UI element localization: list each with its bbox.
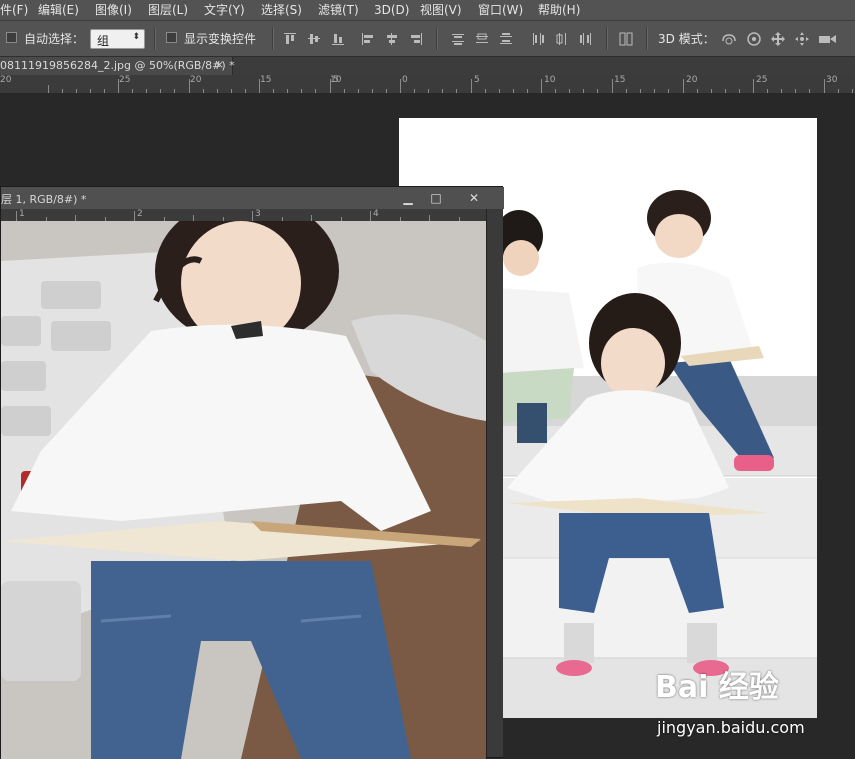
menu-file[interactable]: 件(F) xyxy=(0,0,28,20)
divider xyxy=(154,27,156,50)
roll-3d-icon[interactable] xyxy=(746,31,762,47)
divider xyxy=(436,27,438,50)
close-icon[interactable]: × xyxy=(215,58,224,71)
watermark-url: jingyan.baidu.com xyxy=(657,718,805,737)
close-button[interactable]: ✕ xyxy=(461,190,487,206)
distribute-left-icon[interactable] xyxy=(530,31,546,47)
auto-align-icon[interactable] xyxy=(618,31,634,47)
menu-window[interactable]: 窗口(W) xyxy=(478,0,523,20)
auto-select-dropdown[interactable]: 组 ⬍ xyxy=(90,29,145,49)
mode-3d-label: 3D 模式： xyxy=(658,32,715,46)
window-ruler: 1 2 3 4 xyxy=(1,209,486,221)
window-title: 层 1, RGB/8#) * xyxy=(1,193,87,206)
menu-3d[interactable]: 3D(D) xyxy=(374,0,409,20)
align-top-icon[interactable] xyxy=(282,31,298,47)
maximize-button[interactable]: □ xyxy=(423,190,449,206)
divider xyxy=(606,27,608,50)
menu-select[interactable]: 选择(S) xyxy=(261,0,302,20)
auto-select-checkbox[interactable] xyxy=(6,32,17,43)
window-titlebar[interactable]: 层 1, RGB/8#) * ▁ □ ✕ xyxy=(1,187,504,209)
menu-bar: 件(F) 编辑(E) 图像(I) 图层(L) 文字(Y) 选择(S) 滤镜(T)… xyxy=(0,0,855,21)
girl-keyboard-photo[interactable]: T ME xyxy=(1,221,486,759)
auto-select-value: 组 xyxy=(97,34,110,48)
document-tab-bar: 08111919856284_2.jpg @ 50%(RGB/8#) * × xyxy=(0,57,855,75)
divider xyxy=(272,27,274,50)
scale-3d-icon[interactable] xyxy=(818,31,836,47)
menu-image[interactable]: 图像(I) xyxy=(95,0,132,20)
menu-filter[interactable]: 滤镜(T) xyxy=(318,0,359,20)
auto-select-label: 自动选择： xyxy=(24,32,85,46)
minimize-button[interactable]: ▁ xyxy=(395,190,421,206)
distribute-hcenter-icon[interactable] xyxy=(554,31,570,47)
slide-3d-icon[interactable] xyxy=(794,31,810,47)
ruler-ticks xyxy=(16,211,460,221)
ruler-ticks xyxy=(48,79,853,93)
menu-edit[interactable]: 编辑(E) xyxy=(38,0,79,20)
horizontal-ruler: 20 25 20 15 10 5 0 5 10 15 20 25 30 xyxy=(0,75,855,93)
show-transform-label: 显示变换控件 xyxy=(184,32,257,46)
menu-view[interactable]: 视图(V) xyxy=(420,0,462,20)
document-tab-title: 08111919856284_2.jpg @ 50%(RGB/8#) * xyxy=(0,59,235,72)
show-transform-checkbox[interactable] xyxy=(166,32,177,43)
align-left-icon[interactable] xyxy=(360,31,376,47)
vertical-scrollbar[interactable] xyxy=(486,209,503,757)
options-bar: 自动选择： 组 ⬍ 显示变换控件 3D 模式： xyxy=(0,21,855,57)
distribute-right-icon[interactable] xyxy=(578,31,594,47)
menu-help[interactable]: 帮助(H) xyxy=(538,0,580,20)
align-vcenter-icon[interactable] xyxy=(306,31,322,47)
distribute-bottom-icon[interactable] xyxy=(498,31,514,47)
distribute-top-icon[interactable] xyxy=(450,31,466,47)
rotate-3d-icon[interactable] xyxy=(720,31,736,47)
align-hcenter-icon[interactable] xyxy=(384,31,400,47)
align-bottom-icon[interactable] xyxy=(330,31,346,47)
divider xyxy=(646,27,648,50)
align-right-icon[interactable] xyxy=(408,31,424,47)
menu-layer[interactable]: 图层(L) xyxy=(148,0,188,20)
document-tab[interactable]: 08111919856284_2.jpg @ 50%(RGB/8#) * × xyxy=(0,57,235,75)
chevron-updown-icon: ⬍ xyxy=(132,32,140,42)
pan-3d-icon[interactable] xyxy=(770,31,786,47)
menu-type[interactable]: 文字(Y) xyxy=(204,0,245,20)
watermark-brand: Bai 经验 xyxy=(655,670,779,705)
distribute-vcenter-icon[interactable] xyxy=(474,31,490,47)
floating-document-window[interactable]: 层 1, RGB/8#) * ▁ □ ✕ 1 2 3 4 xyxy=(0,186,504,759)
girl-on-keyboard-image: T ME xyxy=(1,221,486,759)
